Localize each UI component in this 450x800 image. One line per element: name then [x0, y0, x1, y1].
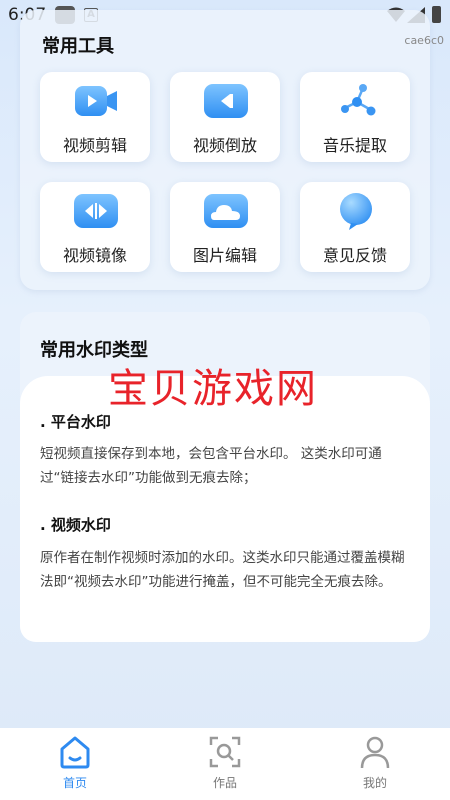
common-tools-card: 常用工具 视频剪辑 视频倒放 音乐提取 视频镜像 图片编辑 意见反馈 [20, 10, 430, 290]
platform-watermark-heading: . 平台水印 [40, 413, 111, 431]
profile-icon [360, 736, 390, 769]
nav-home-label: 首页 [62, 776, 87, 790]
tool-label: 视频倒放 [192, 136, 257, 155]
tool-video-reverse[interactable]: 视频倒放 [170, 72, 280, 162]
tools-title: 常用工具 [42, 36, 114, 57]
tool-image-edit[interactable]: 图片编辑 [170, 182, 280, 272]
nav-profile-label: 我的 [362, 776, 387, 790]
nav-works-label: 作品 [212, 776, 237, 790]
bubble-icon [340, 193, 372, 230]
tool-label: 意见反馈 [322, 246, 387, 265]
tool-video-edit[interactable]: 视频剪辑 [40, 72, 150, 162]
video-camera-icon [75, 86, 117, 116]
nav-works[interactable]: 作品 [180, 728, 270, 800]
tool-label: 视频镜像 [62, 246, 127, 265]
video-mirror-icon [74, 194, 118, 228]
video-reverse-icon [204, 84, 248, 118]
video-watermark-text: 原作者在制作视频时添加的水印。这类水印只能通过覆盖模糊法即“视频去水印”功能进行… [40, 550, 405, 590]
tool-label: 图片编辑 [192, 246, 257, 265]
tool-label: 音乐提取 [322, 136, 387, 155]
tool-label: 视频剪辑 [62, 136, 127, 155]
battery-icon [432, 6, 441, 23]
platform-watermark-text: 短视频直接保存到本地，会包含平台水印。 这类水印可通过“链接去水印”功能做到无痕… [40, 446, 382, 486]
tool-video-mirror[interactable]: 视频镜像 [40, 182, 150, 272]
works-icon [209, 736, 241, 768]
site-watermark-overlay: 宝贝游戏网 [108, 366, 318, 412]
nav-home[interactable]: 首页 [30, 728, 120, 800]
molecule-icon [341, 84, 376, 116]
tool-music-extract[interactable]: 音乐提取 [300, 72, 410, 162]
nav-profile[interactable]: 我的 [330, 728, 420, 800]
home-icon [60, 736, 90, 769]
bottom-navigation: 首页 作品 我的 [0, 728, 450, 800]
video-watermark-heading: . 视频水印 [40, 516, 111, 534]
cloud-image-icon [204, 194, 248, 228]
device-id: cae6c0 [404, 34, 444, 47]
tool-feedback[interactable]: 意见反馈 [300, 182, 410, 272]
